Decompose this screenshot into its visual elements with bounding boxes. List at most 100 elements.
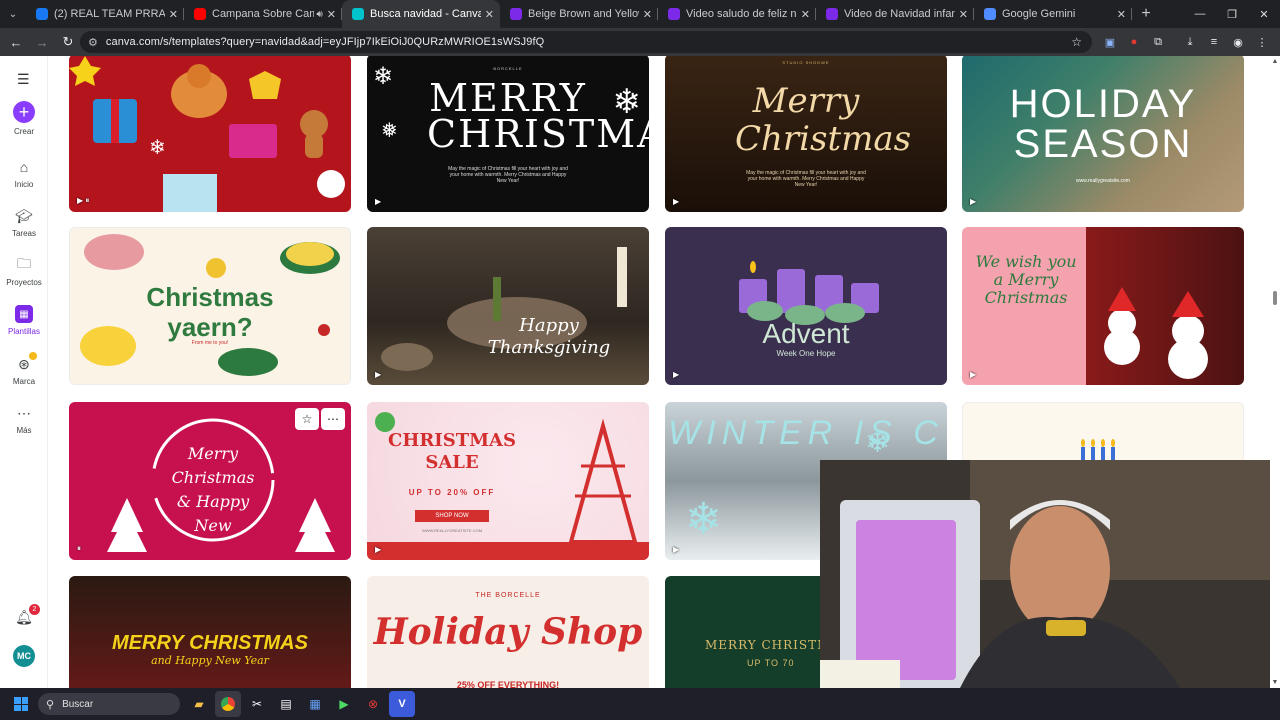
recorder-extension-icon[interactable]: ● <box>1122 30 1146 54</box>
play-icon: ▶ <box>673 370 680 379</box>
template-card[interactable]: STUDIO SHODWE Merry Christmas May the ma… <box>665 56 947 212</box>
template-card[interactable]: MERRY CHRISTMAS and Happy New Year <box>69 576 351 688</box>
canva-design-icon <box>510 8 522 20</box>
site-info-icon[interactable]: ⚙ <box>88 36 98 49</box>
browser-tab[interactable]: Campana Sobre Campana |🔊︎ ✕ <box>184 0 342 28</box>
downloads-icon[interactable]: ⤓ <box>1178 30 1202 54</box>
rail-item-marca[interactable]: ⊛ Marca <box>0 352 48 386</box>
template-caption: May the magic of Christmas fill your hea… <box>448 166 568 184</box>
snowmen-artwork <box>1104 287 1208 379</box>
forward-button[interactable]: → <box>30 30 54 54</box>
facebook-icon <box>36 8 48 20</box>
tab-list-icon[interactable]: ≡ <box>1202 30 1226 54</box>
back-button[interactable]: ← <box>4 30 28 54</box>
play-icon: ▶ <box>375 197 382 206</box>
windows-start-icon[interactable] <box>14 697 28 711</box>
browser-tab[interactable]: Busca navidad - Canva ✕ <box>342 0 500 28</box>
extensions-puzzle-icon[interactable]: ⧉ <box>1146 30 1170 54</box>
profile-icon[interactable]: ◉ <box>1226 30 1250 54</box>
vegas-icon[interactable]: V <box>389 691 415 717</box>
browser-tab[interactable]: Video saludo de feliz navidad d ✕ <box>658 0 816 28</box>
template-card[interactable]: ❄ ▶ ⏸ <box>69 56 351 212</box>
url-text[interactable]: canva.com/s/templates?query=navidad&adj=… <box>106 36 544 48</box>
rail-label: Crear <box>13 127 34 136</box>
rail-item-mas[interactable]: ⋯ Más <box>0 404 48 436</box>
close-tab-icon[interactable]: ✕ <box>485 8 494 21</box>
vpn-icon[interactable]: ⊗ <box>360 691 386 717</box>
close-tab-icon[interactable]: ✕ <box>1117 8 1126 21</box>
scroll-up-icon[interactable]: ▲ <box>1271 58 1279 65</box>
close-window-button[interactable]: ✕ <box>1248 0 1280 28</box>
webcam-overlay <box>820 460 1270 688</box>
chrome-taskbar-icon[interactable] <box>215 691 241 717</box>
file-explorer-icon[interactable]: ▰ <box>186 691 212 717</box>
favorite-star-icon[interactable]: ☆ <box>295 408 319 430</box>
windows-taskbar: ⚲ Buscar ▰ ✂ ▤ ▦ ▶ ⊗ V <box>0 688 1280 720</box>
bookmark-star-icon[interactable]: ☆ <box>1071 35 1082 49</box>
home-icon: ⌂ <box>19 159 29 175</box>
page-scrollbar[interactable]: ▲ ▼ <box>1270 56 1280 688</box>
template-caption: From me to you! <box>191 340 229 346</box>
scrollbar-thumb[interactable] <box>1273 291 1277 305</box>
template-card[interactable]: Advent Week One Hope ▶ <box>665 227 947 385</box>
template-title: Holiday Shop <box>373 611 643 653</box>
close-tab-icon[interactable]: ✕ <box>643 8 652 21</box>
close-tab-icon[interactable]: ✕ <box>801 8 810 21</box>
browser-tab[interactable]: Video de Navidad infantil rojo ✕ <box>816 0 974 28</box>
notifications-button[interactable]: 🔔︎ 2 <box>0 604 48 626</box>
app-icon[interactable]: ▤ <box>273 691 299 717</box>
rail-item-plantillas[interactable]: ▦ Plantillas <box>0 305 48 336</box>
tab-title: Video saludo de feliz navidad d <box>686 8 797 20</box>
plus-icon[interactable]: + <box>13 101 35 123</box>
rail-label: Inicio <box>14 180 34 189</box>
template-card[interactable]: BORCELLE MERRY CHRISTMAS May the magic o… <box>367 56 649 212</box>
more-options-icon[interactable]: ⋯ <box>321 408 345 430</box>
rail-item-crear[interactable]: + Crear <box>0 101 48 136</box>
close-tab-icon[interactable]: ✕ <box>959 8 968 21</box>
template-card[interactable]: CHRISTMAS SALE UP TO 20% OFF SHOP NOW WW… <box>367 402 649 560</box>
chrome-menu-icon[interactable]: ⋮ <box>1250 30 1274 54</box>
play-icon: ▶ <box>375 370 382 379</box>
template-card[interactable]: HOLIDAY SEASON www.reallygreatsite.com ▶ <box>962 56 1244 212</box>
taskbar-search[interactable]: ⚲ Buscar <box>38 693 180 715</box>
template-title: Merry Christmas <box>735 81 912 159</box>
scroll-down-icon[interactable]: ▼ <box>1271 679 1279 686</box>
tab-search-button[interactable]: ⌄ <box>0 0 26 28</box>
canva-side-rail: ☰ + Crear ⌂ Inicio 🎓︎ Tareas 🗀 Proyectos… <box>0 56 48 688</box>
maximize-button[interactable]: ❐ <box>1216 0 1248 28</box>
browser-tab[interactable]: Google Gemini ✕ <box>974 0 1132 28</box>
address-bar[interactable]: ⚙ canva.com/s/templates?query=navidad&ad… <box>80 31 1092 53</box>
template-card[interactable]: Happy Thanksgiving ▶ <box>367 227 649 385</box>
translate-icon[interactable]: ▣ <box>1098 30 1122 54</box>
reload-button[interactable]: ↻ <box>56 30 80 54</box>
hamburger-menu-icon[interactable]: ☰ <box>17 71 30 88</box>
new-tab-button[interactable]: + <box>1132 0 1160 28</box>
rail-label: Tareas <box>11 229 36 238</box>
capcut-icon[interactable]: ✂ <box>244 691 270 717</box>
close-tab-icon[interactable]: ✕ <box>327 8 336 21</box>
snowflake-icon: ❄ <box>612 83 642 121</box>
browser-toolbar: ← → ↻ ⚙ canva.com/s/templates?query=navi… <box>0 28 1280 56</box>
canva-icon <box>352 8 364 20</box>
rail-item-proyectos[interactable]: 🗀 Proyectos <box>0 255 48 287</box>
template-card[interactable]: Christmas yaern? From me to you! <box>69 227 351 385</box>
calculator-icon[interactable]: ▦ <box>302 691 328 717</box>
template-title: Happy Thanksgiving <box>487 315 611 358</box>
browser-tab[interactable]: (2) REAL TEAM PRRAS! | Facebo ✕ <box>26 0 184 28</box>
template-title: Christmas yaern? <box>146 282 274 342</box>
template-card[interactable]: THE BORCELLE Holiday Shop 25% OFF EVERYT… <box>367 576 649 688</box>
template-card[interactable]: Merry Christmas & Happy New ☆ ⋯ ⏸ <box>69 402 351 560</box>
template-brand: BORCELLE <box>493 66 523 71</box>
close-tab-icon[interactable]: ✕ <box>169 8 178 21</box>
browser-tab-strip: ⌄ (2) REAL TEAM PRRAS! | Facebo✕Campana … <box>0 0 1280 28</box>
rail-item-inicio[interactable]: ⌂ Inicio <box>0 158 48 189</box>
template-subtitle: and Happy New Year <box>151 654 269 667</box>
audio-playing-icon[interactable]: 🔊︎ <box>316 9 322 20</box>
rail-item-tareas[interactable]: 🎓︎ Tareas <box>0 207 48 239</box>
account-button[interactable]: MC <box>0 645 48 667</box>
template-card[interactable]: We wish you a Merry Christmas ▶ <box>962 227 1244 385</box>
media-player-icon[interactable]: ▶ <box>331 691 357 717</box>
rail-label: Proyectos <box>6 278 42 287</box>
minimize-button[interactable]: — <box>1184 0 1216 28</box>
browser-tab[interactable]: Beige Brown and Yellow Playful ✕ <box>500 0 658 28</box>
